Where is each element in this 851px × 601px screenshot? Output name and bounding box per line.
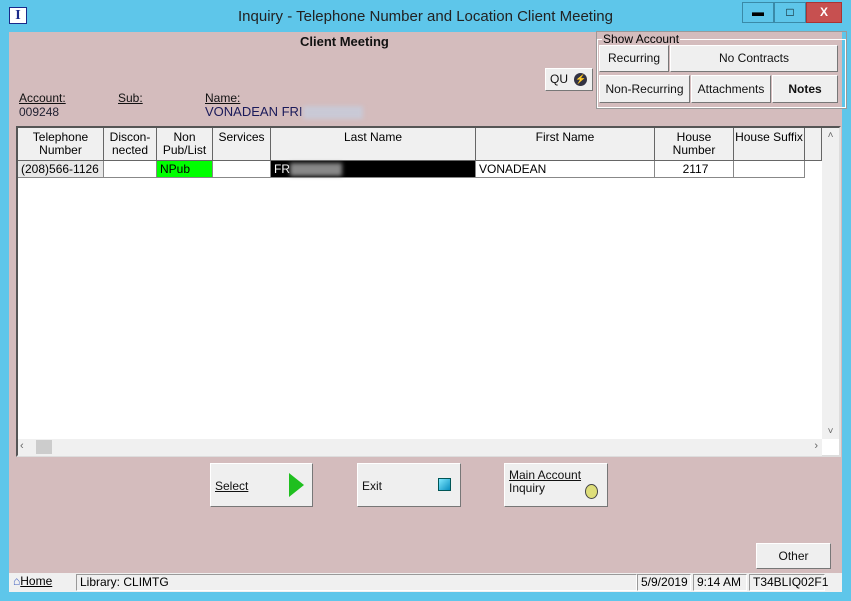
non-recurring-button[interactable]: Non-Recurring (599, 75, 690, 103)
last-name-text: FR (274, 162, 290, 176)
other-options-button[interactable]: Other Options (756, 543, 831, 587)
col-header-house-suffix[interactable]: House Suffix (734, 128, 805, 161)
home-label: Home (20, 574, 53, 588)
select-button[interactable]: Select (210, 463, 313, 507)
redacted-blur (290, 163, 342, 177)
terminal-status: T34BLIQ02F1 (749, 574, 828, 591)
col-header-last-name[interactable]: Last Name (271, 128, 476, 161)
date-status: 5/9/2019 (637, 574, 691, 591)
cell-nonpub[interactable]: NPub (157, 161, 213, 178)
qu-button[interactable]: QU ⚡ (545, 68, 593, 91)
col-header-first-name[interactable]: First Name (476, 128, 655, 161)
scroll-up-icon[interactable]: ˄ (822, 130, 839, 141)
attachments-button[interactable]: Attachments (691, 75, 771, 103)
recurring-button[interactable]: Recurring (599, 45, 669, 72)
qu-label: QU (550, 72, 568, 86)
account-value: 009248 (19, 105, 60, 119)
col-header-telephone[interactable]: Telephone Number (18, 128, 104, 161)
play-arrow-icon (289, 473, 304, 497)
circle-icon (585, 484, 598, 499)
exit-label: Exit (362, 479, 383, 493)
account-label: Account: (19, 91, 66, 105)
col-header-house-number[interactable]: House Number (655, 128, 734, 161)
cell-last-name[interactable]: FR (271, 161, 476, 178)
col-header-services[interactable]: Services (213, 128, 271, 161)
status-bar: ⌂Home Library: CLIMTG 5/9/2019 9:14 AM T… (9, 573, 842, 592)
cell-telephone[interactable]: (208)566-1126 (18, 161, 104, 178)
name-label: Name: (205, 91, 241, 105)
col-header-nonpub[interactable]: Non Pub/List (157, 128, 213, 161)
maximize-button[interactable]: □ (774, 2, 806, 23)
time-status: 9:14 AM (693, 574, 747, 591)
vertical-scrollbar[interactable]: ˄ ˅ (822, 128, 839, 439)
col-header-filler (805, 128, 822, 161)
cell-house-number[interactable]: 2117 (655, 161, 734, 178)
name-value: VONADEAN FRI (205, 104, 363, 120)
lightning-icon: ⚡ (574, 73, 588, 87)
name-text: VONADEAN FRI (205, 104, 303, 119)
close-button[interactable]: X (806, 2, 842, 23)
no-contracts-button[interactable]: No Contracts (670, 45, 838, 72)
cell-services[interactable] (213, 161, 271, 178)
section-title: Client Meeting (300, 34, 389, 49)
cell-disconnected[interactable] (104, 161, 157, 178)
sub-label: Sub: (118, 91, 143, 105)
notes-button[interactable]: Notes (772, 75, 838, 103)
redacted-blur (302, 106, 363, 120)
window-title: Inquiry - Telephone Number and Location … (238, 8, 613, 25)
scroll-down-icon[interactable]: ˅ (822, 426, 839, 437)
minimize-button[interactable]: ▬ (742, 2, 774, 23)
home-button[interactable]: ⌂Home (10, 574, 75, 591)
cell-first-name[interactable]: VONADEAN (476, 161, 655, 178)
cell-house-suffix[interactable] (734, 161, 805, 178)
main-account-inquiry-button[interactable]: Main Account Inquiry (504, 463, 608, 507)
scroll-right-icon[interactable]: › (814, 440, 818, 452)
select-label: Select (215, 479, 249, 493)
library-status: Library: CLIMTG (76, 574, 637, 591)
col-header-disconnected[interactable]: Discon-nected (104, 128, 157, 161)
stop-square-icon (438, 478, 451, 491)
show-account-legend: Show Account (603, 32, 680, 46)
scroll-left-icon[interactable]: ‹ (20, 440, 24, 452)
horizontal-scrollbar[interactable]: ‹ › (18, 439, 822, 456)
scroll-thumb[interactable] (36, 440, 52, 454)
exit-button[interactable]: Exit (357, 463, 461, 507)
results-grid: Telephone Number Discon-nected Non Pub/L… (16, 126, 841, 457)
